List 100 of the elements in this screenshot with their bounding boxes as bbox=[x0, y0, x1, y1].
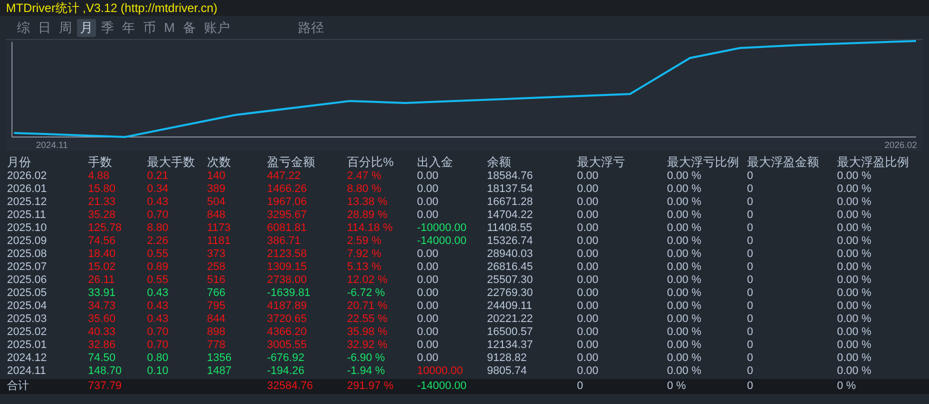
table-cell: 0.00 % bbox=[667, 170, 702, 182]
tab[interactable]: 备 bbox=[180, 19, 199, 37]
table-cell: 13.38 % bbox=[347, 196, 388, 208]
table-cell: 0.00 bbox=[577, 313, 598, 325]
table-cell: 0 bbox=[747, 287, 754, 299]
table-cell: 0.00 % bbox=[837, 209, 872, 221]
table-cell: 20221.22 bbox=[487, 313, 533, 325]
table-cell: 0.00 % bbox=[667, 196, 702, 208]
table-cell: 0.00 % bbox=[667, 248, 702, 260]
table-cell: 10000.00 bbox=[417, 365, 463, 377]
table-cell: 0.21 bbox=[147, 170, 168, 182]
table-cell: 11408.55 bbox=[487, 222, 532, 234]
table-cell: 0.55 bbox=[147, 248, 168, 260]
tab[interactable]: 年 bbox=[119, 19, 138, 37]
column-header: 最大手数 bbox=[147, 155, 195, 169]
table-cell: 2025.06 bbox=[7, 274, 47, 286]
total-cell: 合计 bbox=[7, 380, 29, 392]
table-cell: 25507.30 bbox=[487, 274, 533, 286]
table-cell: 2738.00 bbox=[267, 274, 307, 286]
table-cell: 0.00 bbox=[417, 196, 438, 208]
table-cell: 0.00 % bbox=[667, 300, 702, 312]
table-cell: 0.00 % bbox=[837, 365, 872, 377]
table-cell: 0.00 bbox=[417, 313, 438, 325]
table-cell: 0.00 bbox=[577, 365, 598, 377]
table-cell: 848 bbox=[207, 209, 226, 221]
table-cell: 0.00 % bbox=[837, 300, 872, 312]
table-cell: 0.00 % bbox=[837, 170, 872, 182]
table-cell: 0.55 bbox=[147, 274, 168, 286]
table-cell: 1466.26 bbox=[267, 183, 307, 195]
table-cell: 0 bbox=[747, 170, 754, 182]
table-cell: 0 bbox=[747, 235, 754, 247]
tab[interactable]: 周 bbox=[56, 19, 75, 37]
table-cell: 2025.03 bbox=[7, 313, 47, 325]
column-header: 最大浮亏比例 bbox=[667, 155, 739, 169]
window-title: MTDriver统计 ,V3.12 (http://mtdriver.cn) bbox=[0, 0, 929, 16]
table-cell: 778 bbox=[207, 339, 226, 351]
table-cell: 2024.11 bbox=[7, 365, 46, 377]
tab[interactable]: 季 bbox=[98, 19, 117, 37]
table-cell: 0.00 % bbox=[837, 261, 872, 273]
table-cell: 2025.12 bbox=[7, 196, 47, 208]
table-cell: 0.43 bbox=[147, 287, 168, 299]
table-cell: 0 bbox=[747, 248, 754, 260]
table-cell: 1181 bbox=[207, 235, 231, 247]
tab[interactable]: 账户 bbox=[200, 19, 233, 37]
table-cell: 32.86 bbox=[88, 339, 116, 351]
table-cell: 22.55 % bbox=[347, 313, 388, 325]
table-cell: 9128.82 bbox=[487, 352, 527, 364]
table-cell: 148.70 bbox=[88, 365, 122, 377]
total-cell: -14000.00 bbox=[417, 380, 467, 392]
tab[interactable]: 路径 bbox=[294, 19, 327, 37]
table-cell: 35.28 bbox=[88, 209, 116, 221]
table-cell: 2.26 bbox=[147, 235, 168, 247]
table-cell: 0.00 bbox=[577, 222, 598, 234]
table-cell: 35.60 bbox=[88, 313, 116, 325]
table-cell: 0.00 bbox=[577, 300, 598, 312]
table-cell: 0.00 bbox=[577, 170, 598, 182]
table-cell: 0.00 bbox=[417, 261, 438, 273]
table-cell: 0.00 % bbox=[667, 274, 702, 286]
table-cell: 2025.11 bbox=[7, 209, 46, 221]
table-cell: 0.00 % bbox=[837, 287, 872, 299]
tab[interactable]: 综 bbox=[14, 19, 33, 37]
table-cell: 0.00 bbox=[417, 274, 438, 286]
column-header: 最大浮盈金额 bbox=[747, 155, 819, 169]
table-cell: 74.50 bbox=[88, 352, 116, 364]
table-cell: 0.00 % bbox=[837, 326, 872, 338]
table-cell: 0.00 % bbox=[837, 274, 872, 286]
table-cell: 0.00 % bbox=[667, 183, 702, 195]
table-cell: 0.00 % bbox=[667, 261, 702, 273]
table-cell: 0.43 bbox=[147, 300, 168, 312]
table-cell: 0.00 % bbox=[667, 365, 702, 377]
column-header: 最大浮盈比例 bbox=[837, 155, 909, 169]
table-cell: 0.00 bbox=[577, 339, 598, 351]
tab[interactable]: 日 bbox=[35, 19, 54, 37]
table-cell: 0.00 % bbox=[837, 196, 872, 208]
total-cell: 32584.76 bbox=[267, 380, 313, 392]
total-cell: 0 % bbox=[837, 380, 856, 392]
table-cell: 0.43 bbox=[147, 313, 168, 325]
table-cell: 0.00 % bbox=[837, 235, 872, 247]
table-cell: 40.33 bbox=[88, 326, 116, 338]
column-header: 次数 bbox=[207, 155, 231, 169]
table-cell: 2025.05 bbox=[7, 287, 47, 299]
table-cell: 0.00 bbox=[417, 248, 438, 260]
table-cell: 0.00 bbox=[417, 352, 438, 364]
table-cell: -1639.81 bbox=[267, 287, 310, 299]
column-header: 月份 bbox=[7, 155, 31, 169]
table-cell: 6081.81 bbox=[267, 222, 307, 234]
column-header: 手数 bbox=[88, 155, 112, 169]
table-cell: 1487 bbox=[207, 365, 232, 377]
tab[interactable]: 月 bbox=[77, 19, 96, 37]
tab[interactable]: 币 bbox=[140, 19, 159, 37]
table-cell: 389 bbox=[207, 183, 226, 195]
table-cell: 16500.57 bbox=[487, 326, 533, 338]
table-cell: 7.92 % bbox=[347, 248, 382, 260]
table-cell: 0.00 % bbox=[837, 313, 872, 325]
table-cell: 0.00 bbox=[417, 287, 438, 299]
total-cell: 0 % bbox=[667, 380, 686, 392]
table-cell: 28.89 % bbox=[347, 209, 388, 221]
table-cell: 0 bbox=[747, 300, 754, 312]
table-cell: 0 bbox=[747, 365, 754, 377]
tab[interactable]: M bbox=[161, 19, 178, 37]
